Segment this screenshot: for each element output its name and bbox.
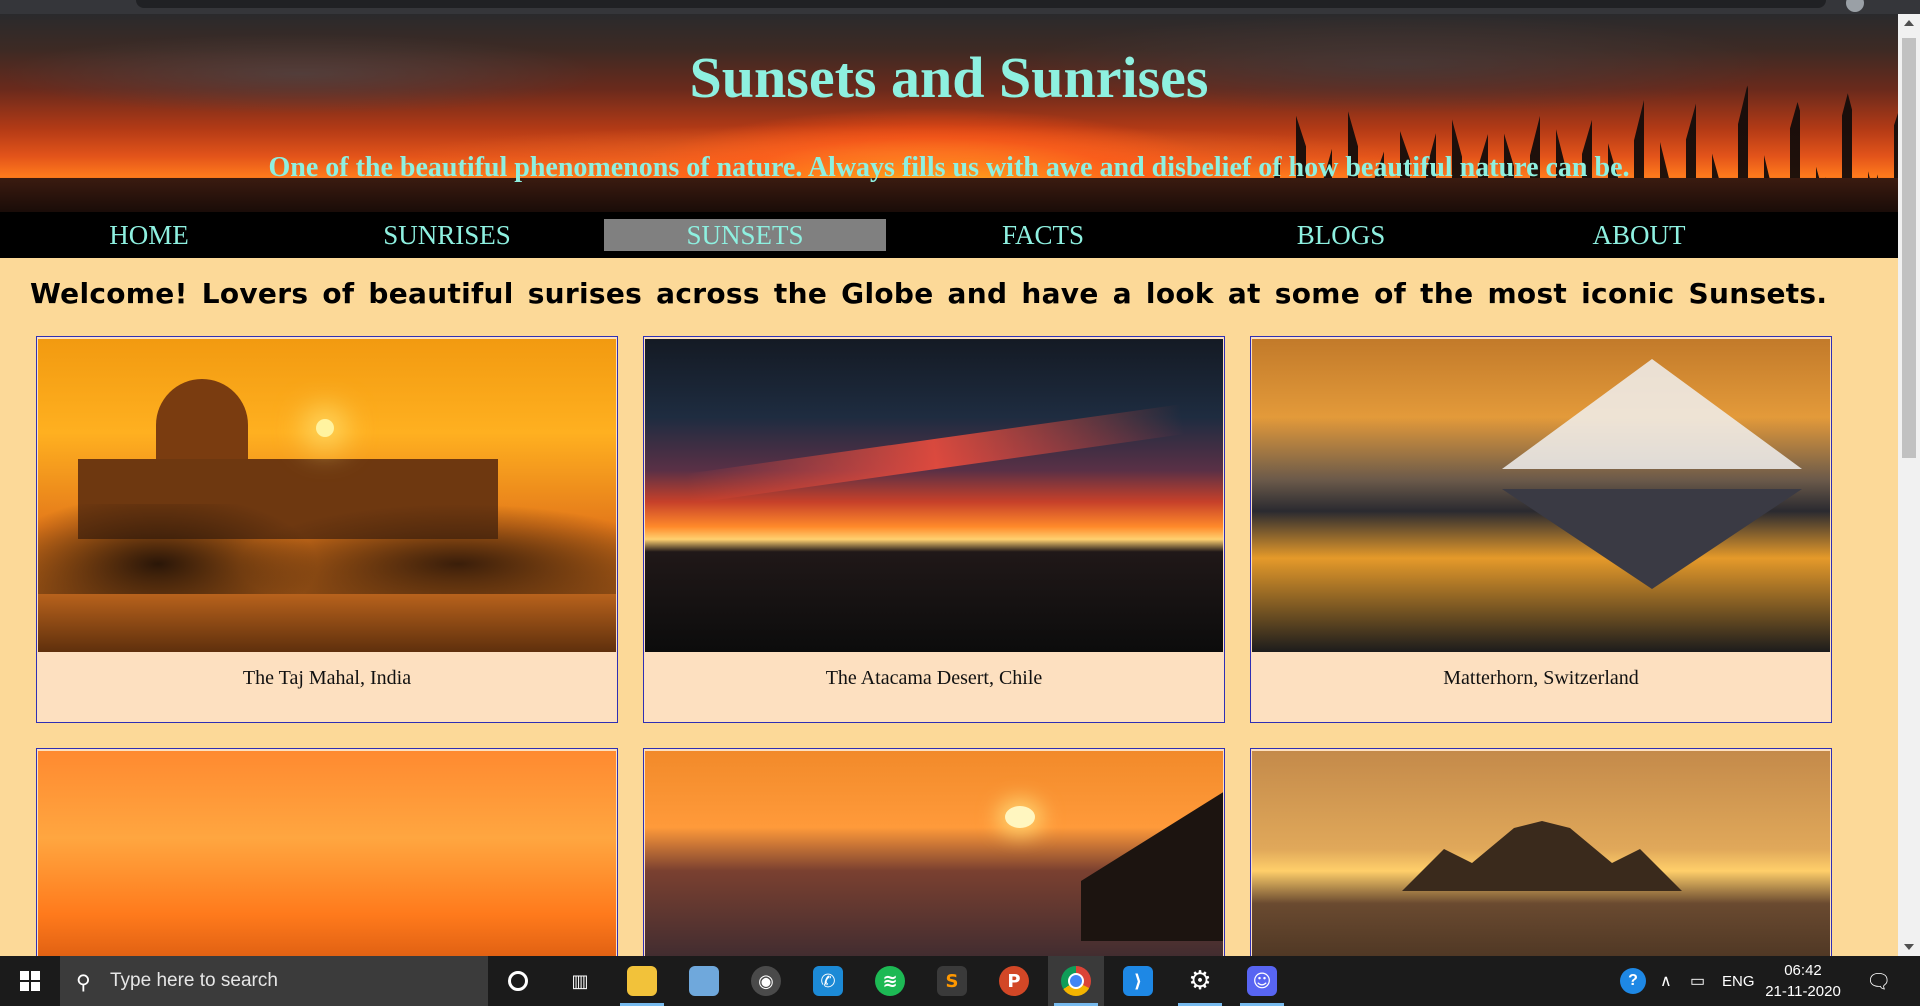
matterhorn-photo[interactable] xyxy=(1252,339,1830,652)
browser-chrome xyxy=(0,0,1920,14)
file-explorer-icon[interactable] xyxy=(614,956,670,1006)
photo-detail xyxy=(685,404,1185,504)
orange-sky-photo[interactable] xyxy=(38,751,616,969)
profile-avatar-icon[interactable] xyxy=(1846,0,1864,12)
nav-sunrises[interactable]: SUNRISES xyxy=(306,219,588,251)
notification-center-icon[interactable]: 🗨 xyxy=(1866,956,1891,1006)
photo-detail xyxy=(38,594,616,652)
search-icon: ⚲ xyxy=(76,970,91,994)
page-scrollbar[interactable] xyxy=(1898,14,1920,956)
gallery-card[interactable] xyxy=(36,748,618,970)
nav-facts[interactable]: FACTS xyxy=(902,219,1184,251)
windows-taskbar: ⚲ Type here to search ▥ ◉ ✆ ≋ S P ⟩ ⚙ ☺ … xyxy=(0,956,1920,1006)
language-indicator[interactable]: ENG xyxy=(1722,956,1755,1006)
notepad-icon[interactable] xyxy=(676,956,732,1006)
vscode-icon[interactable]: ⟩ xyxy=(1110,956,1166,1006)
gallery-card[interactable] xyxy=(1250,748,1832,970)
gallery-card[interactable]: Matterhorn, Switzerland xyxy=(1250,336,1832,723)
gallery-caption: The Taj Mahal, India xyxy=(242,667,412,689)
scroll-up-icon[interactable] xyxy=(1904,20,1914,26)
gallery-card[interactable] xyxy=(643,748,1225,970)
whatsapp-icon[interactable]: ✆ xyxy=(800,956,856,1006)
cortana-icon[interactable] xyxy=(490,956,546,1006)
photo-detail xyxy=(1502,359,1802,469)
photo-detail xyxy=(316,419,334,437)
discord-icon[interactable]: ☺ xyxy=(1234,956,1290,1006)
site-subtitle: One of the beautiful phenomenons of natu… xyxy=(268,152,1630,183)
gallery-card[interactable]: The Atacama Desert, Chile xyxy=(643,336,1225,723)
taskbar-search[interactable]: ⚲ Type here to search xyxy=(60,956,488,1006)
photo-detail xyxy=(1081,791,1223,941)
scroll-down-icon[interactable] xyxy=(1904,944,1914,950)
chrome-icon[interactable] xyxy=(1048,956,1104,1006)
clock-time: 06:42 xyxy=(1784,962,1822,979)
header-banner: Sunsets and Sunrises One of the beautifu… xyxy=(0,14,1898,212)
obs-icon[interactable]: ◉ xyxy=(738,956,794,1006)
start-button[interactable] xyxy=(0,956,60,1006)
clock-date: 21-11-2020 xyxy=(1765,983,1841,1000)
address-bar[interactable] xyxy=(136,0,1826,8)
welcome-heading: Welcome! Lovers of beautiful surises acr… xyxy=(30,277,1828,310)
powerpoint-icon[interactable]: P xyxy=(986,956,1042,1006)
search-placeholder: Type here to search xyxy=(110,970,278,991)
nav-blogs[interactable]: BLOGS xyxy=(1200,219,1482,251)
nav-sunsets[interactable]: SUNSETS xyxy=(604,219,886,251)
spotify-icon[interactable]: ≋ xyxy=(862,956,918,1006)
nav-home[interactable]: HOME xyxy=(8,219,290,251)
task-view-icon[interactable]: ▥ xyxy=(552,956,608,1006)
photo-detail xyxy=(1005,806,1035,828)
photo-detail xyxy=(1402,821,1682,891)
taj-mahal-photo[interactable] xyxy=(38,339,616,652)
scrollbar-thumb[interactable] xyxy=(1902,38,1916,458)
help-icon[interactable]: ? xyxy=(1620,956,1646,1006)
gallery-caption: The Atacama Desert, Chile xyxy=(825,667,1043,689)
photo-detail xyxy=(156,379,248,471)
gallery-caption: Matterhorn, Switzerland xyxy=(1443,667,1639,689)
taskbar-clock[interactable]: 06:42 21-11-2020 xyxy=(1760,960,1846,1002)
photo-detail xyxy=(1502,489,1802,589)
atacama-desert-photo[interactable] xyxy=(645,339,1223,652)
beach-hut-photo[interactable] xyxy=(645,751,1223,969)
site-title: Sunsets and Sunrises xyxy=(689,45,1209,110)
nav-about[interactable]: ABOUT xyxy=(1498,219,1780,251)
tray-chevron-up-icon[interactable]: ∧ xyxy=(1660,956,1672,1006)
main-nav: HOME SUNRISES SUNSETS FACTS BLOGS ABOUT xyxy=(0,212,1898,258)
windows-icon xyxy=(20,971,40,991)
settings-icon[interactable]: ⚙ xyxy=(1172,956,1228,1006)
battery-icon[interactable]: ▭ xyxy=(1690,956,1705,1006)
temple-photo[interactable] xyxy=(1252,751,1830,969)
sublime-text-icon[interactable]: S xyxy=(924,956,980,1006)
gallery-card[interactable]: The Taj Mahal, India xyxy=(36,336,618,723)
